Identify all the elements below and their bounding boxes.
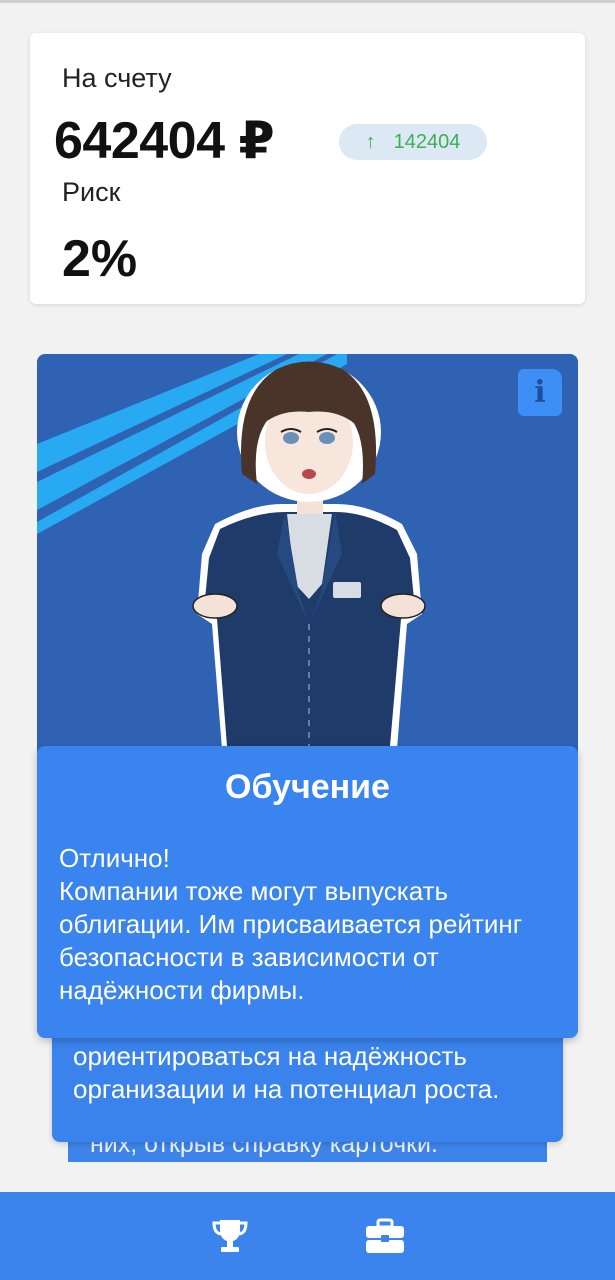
trophy-icon[interactable] [208, 1214, 252, 1258]
tutorial-title: Обучение [225, 768, 390, 806]
stacked-card-text: ориентироваться на надёжность организаци… [73, 1041, 500, 1104]
balance-label: На счету [62, 63, 172, 93]
briefcase-icon[interactable] [363, 1214, 407, 1258]
risk-value: 2% [62, 230, 138, 288]
top-divider [0, 0, 615, 3]
character-card: i [37, 354, 578, 774]
document-info-icon[interactable]: i [518, 369, 562, 416]
tutorial-card[interactable]: Обучение Отлично! Компании тоже могут вы… [37, 746, 578, 1038]
balance-amount: 642404 ₽ [54, 112, 275, 170]
balance-card: На счету 642404 ₽ ↑ 142404 Риск 2% [30, 33, 585, 304]
tutorial-text: Отлично! Компании тоже могут выпускать о… [59, 843, 523, 1005]
bottom-navigation [0, 1192, 615, 1280]
arrow-up-icon: ↑ [365, 130, 376, 153]
balance-delta-badge: ↑ 142404 [339, 124, 487, 160]
character-illustration [37, 354, 426, 749]
risk-label: Риск [62, 177, 121, 207]
balance-delta-value: 142404 [393, 130, 461, 153]
